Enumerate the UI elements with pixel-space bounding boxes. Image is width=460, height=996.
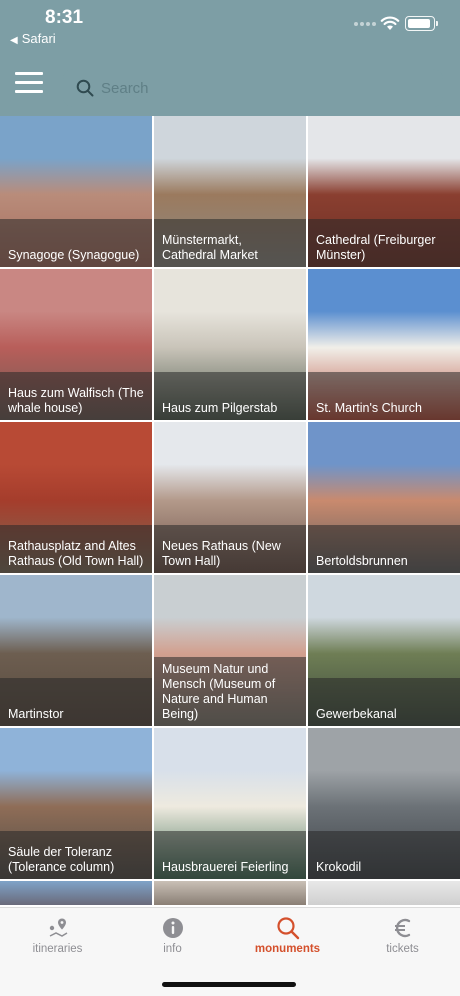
tab-monuments[interactable]: monuments	[230, 916, 345, 962]
status-time: 8:31	[45, 7, 84, 28]
hamburger-menu-icon[interactable]	[15, 70, 43, 94]
monument-tile[interactable]: Bertoldsbrunnen	[308, 422, 460, 573]
tab-info-label: info	[163, 943, 182, 955]
tab-tickets[interactable]: tickets	[345, 916, 460, 962]
monument-caption: Haus zum Walfisch (The whale house)	[0, 372, 152, 420]
monument-caption: Bertoldsbrunnen	[308, 525, 460, 573]
monument-tile[interactable]	[308, 881, 460, 905]
monument-caption: Haus zum Pilgerstab	[154, 372, 306, 420]
monument-caption: Säule der Toleranz (Tolerance column)	[0, 831, 152, 879]
tab-tickets-label: tickets	[386, 943, 419, 955]
map-pin-icon	[49, 918, 67, 937]
monument-caption: Krokodil	[308, 831, 460, 879]
back-app-label: Safari	[21, 31, 56, 46]
monument-tile[interactable]: Münstermarkt, Cathedral Market	[154, 116, 306, 267]
monument-caption: Martinstor	[0, 678, 152, 726]
monument-caption: Museum Natur und Mensch (Museum of Natur…	[154, 657, 306, 726]
monument-tile[interactable]: Säule der Toleranz (Tolerance column)	[0, 728, 152, 879]
monument-caption: Gewerbekanal	[308, 678, 460, 726]
back-arrow-icon: ◀	[10, 35, 18, 46]
monument-tile[interactable]: Haus zum Walfisch (The whale house)	[0, 269, 152, 420]
search-field[interactable]	[63, 69, 443, 107]
tab-info[interactable]: info	[115, 916, 230, 962]
monument-tile[interactable]: Martinstor	[0, 575, 152, 726]
monument-caption: Rathausplatz and Altes Rathaus (Old Town…	[0, 525, 152, 573]
home-indicator	[162, 982, 296, 987]
monument-photo	[154, 881, 306, 905]
monument-tile[interactable]: Museum Natur und Mensch (Museum of Natur…	[154, 575, 306, 726]
monument-tile[interactable]: Rathausplatz and Altes Rathaus (Old Town…	[0, 422, 152, 573]
monument-caption: Neues Rathaus (New Town Hall)	[154, 525, 306, 573]
app-header: 8:31 ◀ Safari	[0, 0, 460, 116]
monument-caption: Synagoge (Synagogue)	[0, 219, 152, 267]
monument-tile[interactable]: Synagoge (Synagogue)	[0, 116, 152, 267]
monument-caption: Cathedral (Freiburger Münster)	[308, 219, 460, 267]
euro-icon	[394, 918, 410, 938]
tab-itineraries[interactable]: itineraries	[0, 916, 115, 962]
monument-caption: Münstermarkt, Cathedral Market	[154, 219, 306, 267]
monument-tile[interactable]: Krokodil	[308, 728, 460, 879]
monument-tile[interactable]: Haus zum Pilgerstab	[154, 269, 306, 420]
tab-monuments-label: monuments	[254, 943, 321, 955]
monument-photo	[308, 881, 460, 905]
monument-caption: Hausbrauerei Feierling	[154, 831, 306, 879]
search-icon	[76, 79, 94, 97]
monument-tile[interactable]: Gewerbekanal	[308, 575, 460, 726]
monument-tile[interactable]: St. Martin's Church	[308, 269, 460, 420]
info-icon	[162, 918, 183, 938]
search-input[interactable]	[101, 69, 431, 107]
signal-dots-icon	[354, 22, 376, 26]
tab-itineraries-label: itineraries	[32, 943, 83, 955]
battery-icon	[405, 16, 438, 31]
monument-photo	[0, 881, 152, 905]
monument-caption: St. Martin's Church	[308, 372, 460, 420]
monument-tile[interactable]: Hausbrauerei Feierling	[154, 728, 306, 879]
tab-bar: itineraries info monuments tickets	[0, 907, 460, 996]
back-to-safari-link[interactable]: ◀ Safari	[10, 31, 56, 46]
monument-tile[interactable]: Cathedral (Freiburger Münster)	[308, 116, 460, 267]
monuments-grid: Synagoge (Synagogue) Münstermarkt, Cathed…	[0, 116, 460, 905]
monument-tile[interactable]: Neues Rathaus (New Town Hall)	[154, 422, 306, 573]
search-icon	[276, 917, 299, 940]
monument-tile[interactable]	[154, 881, 306, 905]
wifi-icon	[380, 16, 400, 30]
monument-tile[interactable]	[0, 881, 152, 905]
